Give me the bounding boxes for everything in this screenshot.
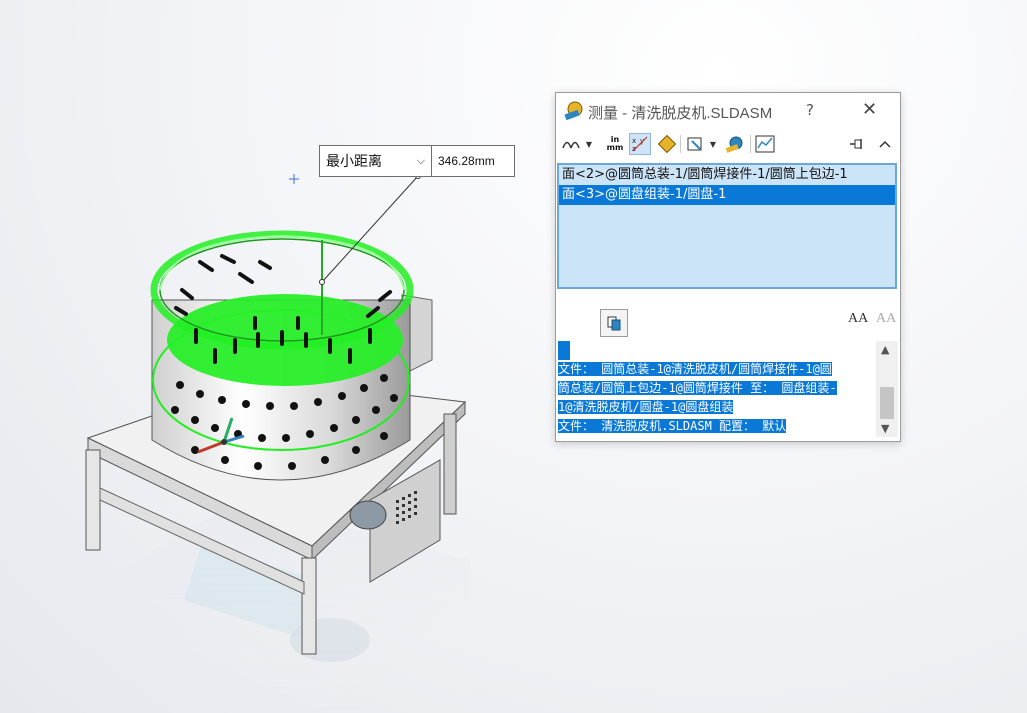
copy-icon	[607, 316, 621, 331]
distance-value: 346.28mm	[438, 154, 495, 168]
result-line: 文件： 清洗脱皮机.SLDASM 配置： 默认	[558, 419, 787, 433]
dialog-titlebar[interactable]: 测量 - 清洗脱皮机.SLDASM ? ✕	[556, 93, 900, 129]
chevron-down-icon: ⌵	[416, 154, 425, 167]
distance-type-select[interactable]: 最小距离 ⌵	[320, 146, 432, 176]
callout-leader-line	[321, 175, 419, 283]
measure-tool-icon	[564, 100, 584, 124]
font-size-decrease-icon[interactable]: AA	[876, 311, 896, 327]
selection-list[interactable]: 面<2>@圆筒总装-1/圆筒焊接件-1/圆筒上包边-1 面<3>@圆盘组装-1/…	[557, 163, 897, 289]
result-line: 筒总装/圆筒上包边-1@圆筒焊接件 至： 圆盘组装-	[558, 381, 837, 395]
pin-icon[interactable]	[846, 133, 868, 155]
result-line: 文件： 圆筒总装-1@清洗脱皮机/圆筒焊接件-1@圆	[558, 362, 832, 376]
chevron-down-icon[interactable]: ▼	[584, 133, 594, 155]
scroll-up-icon[interactable]: ▲	[881, 343, 889, 356]
measurement-history-icon[interactable]	[724, 133, 746, 155]
xyz-measure-icon[interactable]: xyz	[629, 133, 651, 155]
svg-text:x: x	[632, 137, 636, 145]
dialog-title: 测量 - 清洗脱皮机.SLDASM	[588, 105, 773, 122]
copy-button[interactable]	[600, 309, 628, 337]
projection-icon[interactable]	[684, 133, 706, 155]
collapse-icon[interactable]	[874, 133, 896, 155]
results-toolbar: AA AA	[556, 303, 900, 339]
list-item[interactable]: 面<3>@圆盘组装-1/圆盘-1	[559, 185, 895, 205]
units-mm-label: mm	[606, 143, 624, 152]
close-button[interactable]: ✕	[862, 99, 877, 120]
crosshair-mark	[289, 174, 299, 184]
help-button[interactable]: ?	[806, 101, 814, 119]
measure-toolbar: ▼ in mm xyz ▼	[556, 129, 900, 159]
results-text[interactable]: 文件： 圆筒总装-1@清洗脱皮机/圆筒焊接件-1@圆 筒总装/圆筒上包边-1@圆…	[558, 341, 876, 437]
font-size-increase-icon[interactable]: AA	[848, 311, 868, 327]
arc-options-icon[interactable]	[560, 133, 582, 155]
point-to-point-icon[interactable]	[656, 133, 678, 155]
selection-caret	[558, 341, 570, 360]
units-precision-icon[interactable]: in mm	[604, 133, 626, 155]
distance-type-label: 最小距离	[326, 154, 382, 170]
drum-assembly[interactable]	[150, 230, 433, 481]
result-line: 1@清洗脱皮机/圆盘-1@圆盘组装	[558, 400, 734, 414]
results-scrollbar[interactable]: ▲ ▼	[876, 341, 898, 437]
scroll-thumb[interactable]	[880, 387, 894, 419]
create-sensor-icon[interactable]	[754, 133, 776, 155]
measure-callout: 最小距离 ⌵ 346.28mm	[319, 145, 515, 177]
scroll-down-icon[interactable]: ▼	[881, 422, 889, 435]
list-item[interactable]: 面<2>@圆筒总装-1/圆筒焊接件-1/圆筒上包边-1	[559, 165, 895, 185]
measure-dialog: 测量 - 清洗脱皮机.SLDASM ? ✕ ▼ in mm xyz ▼ 面<2>…	[555, 92, 901, 442]
chevron-down-icon[interactable]: ▼	[708, 133, 718, 155]
